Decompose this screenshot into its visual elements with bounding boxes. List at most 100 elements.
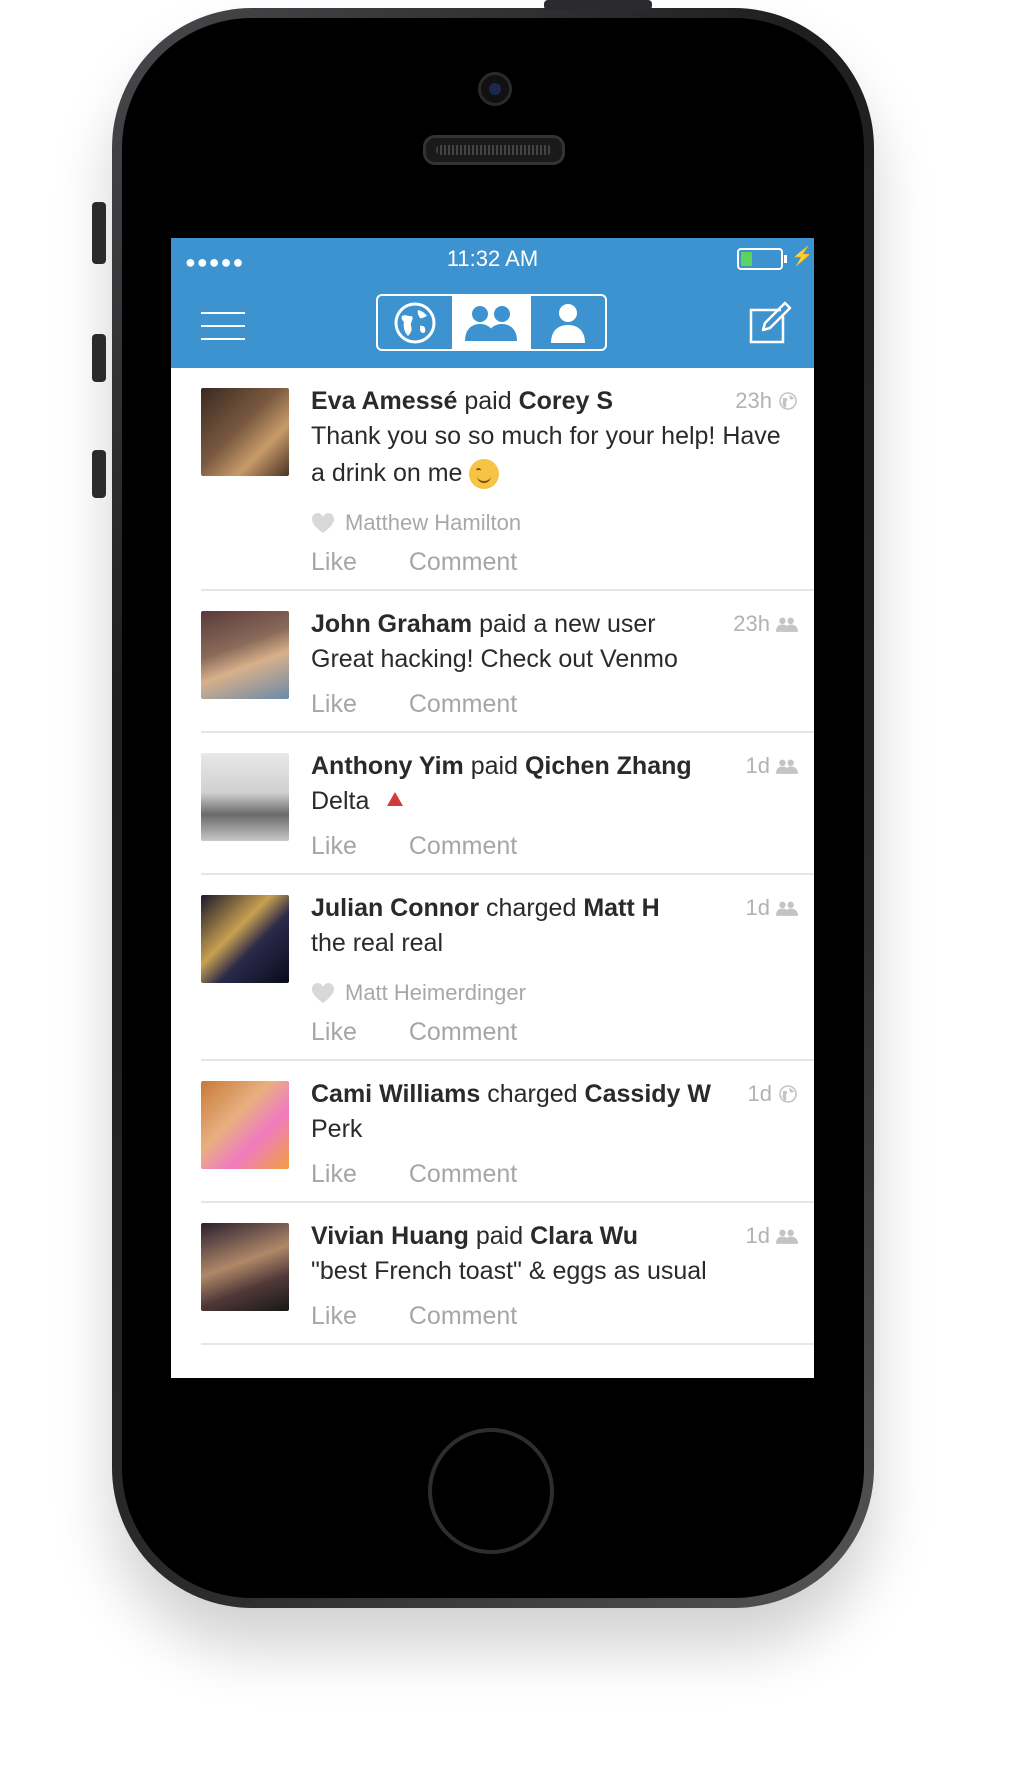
globe-icon (394, 302, 436, 343)
like-button[interactable]: Like (311, 1302, 357, 1331)
heart-icon (311, 982, 335, 1004)
charging-icon: ⚡ (791, 246, 814, 266)
transaction-verb: charged (486, 894, 577, 922)
payment-note-text: the real real (311, 929, 444, 957)
volume-up-button (92, 334, 106, 382)
actor-name[interactable]: Julian Connor (311, 894, 479, 922)
battery-fill (741, 252, 752, 266)
transaction-headline: Vivian Huang paid Clara Wu (311, 1221, 798, 1251)
avatar[interactable] (201, 753, 289, 841)
timestamp-text: 1d (747, 1081, 772, 1106)
person-icon (550, 303, 585, 343)
like-button[interactable]: Like (311, 690, 357, 719)
nav-bar (171, 282, 814, 368)
like-button[interactable]: Like (311, 1018, 357, 1047)
payment-note-text: Great hacking! Check out Venmo (311, 645, 678, 673)
payment-note-text: "best French toast" & eggs as usual (311, 1257, 707, 1285)
like-button[interactable]: Like (311, 1160, 357, 1189)
transaction-headline: Anthony Yim paid Qichen Zhang (311, 751, 798, 781)
timestamp: 23h (733, 611, 798, 637)
timestamp-text: 23h (733, 611, 770, 636)
friends-icon (776, 759, 798, 774)
target-text: a new user (533, 610, 656, 638)
comment-button[interactable]: Comment (409, 1160, 517, 1189)
compose-icon[interactable] (747, 300, 793, 346)
transaction-headline: Cami Williams charged Cassidy W (311, 1079, 798, 1109)
transaction-headline: John Graham paid a new user (311, 609, 798, 639)
battery-icon (737, 248, 787, 270)
friends-icon (776, 1229, 798, 1244)
payment-note-text: Delta (311, 787, 370, 815)
feed-item[interactable]: Eva Amessé paid Corey S 23h Thank you so s… (201, 368, 814, 591)
transaction-verb: paid (464, 387, 512, 415)
feed-item[interactable]: John Graham paid a new user 23h Great hack… (201, 591, 814, 733)
menu-icon[interactable] (201, 312, 245, 340)
transaction-verb: paid (479, 610, 527, 638)
transaction-headline: Julian Connor charged Matt H (311, 893, 798, 923)
avatar[interactable] (201, 388, 289, 476)
target-name[interactable]: Corey S (519, 387, 613, 415)
friends-icon (465, 305, 518, 341)
timestamp: 1d (746, 1223, 798, 1249)
like-button[interactable]: Like (311, 832, 357, 861)
transaction-headline: Eva Amessé paid Corey S (311, 386, 798, 416)
timestamp: 1d (748, 1081, 798, 1107)
actor-name[interactable]: Anthony Yim (311, 752, 464, 780)
comment-button[interactable]: Comment (409, 548, 517, 577)
power-button (544, 0, 652, 10)
comment-button[interactable]: Comment (409, 1018, 517, 1047)
target-name[interactable]: Cassidy W (585, 1080, 711, 1108)
liker-name[interactable]: Matthew Hamilton (345, 510, 521, 536)
avatar[interactable] (201, 1223, 289, 1311)
friends-icon (776, 901, 798, 916)
transaction-verb: charged (487, 1080, 578, 1108)
comment-button[interactable]: Comment (409, 1302, 517, 1331)
target-name[interactable]: Matt H (583, 894, 659, 922)
actor-name[interactable]: Vivian Huang (311, 1222, 469, 1250)
liker-name[interactable]: Matt Heimerdinger (345, 980, 526, 1006)
tab-public[interactable] (378, 296, 455, 349)
feed-segmented-control (376, 294, 607, 351)
target-name[interactable]: Clara Wu (530, 1222, 638, 1250)
payment-note-text: Perk (311, 1115, 363, 1143)
item-actions: Like Comment (311, 820, 798, 873)
front-camera (478, 72, 512, 106)
actor-name[interactable]: Eva Amessé (311, 387, 457, 415)
tab-you[interactable] (531, 296, 605, 349)
likes-row: Matt Heimerdinger (311, 980, 798, 1006)
friends-icon (776, 617, 798, 632)
timestamp-text: 1d (745, 1223, 770, 1248)
item-actions: Like Comment (311, 1148, 798, 1201)
payment-note: Thank you so so much for your help! Have… (311, 418, 798, 492)
volume-down-button (92, 450, 106, 498)
payment-note: "best French toast" & eggs as usual (311, 1253, 798, 1290)
feed-item[interactable]: Anthony Yim paid Qichen Zhang 1d Delta Like… (201, 733, 814, 875)
tab-friends[interactable] (454, 296, 531, 349)
feed-item[interactable]: Cami Williams charged Cassidy W 1d Perk Lik… (201, 1061, 814, 1203)
actor-name[interactable]: John Graham (311, 610, 472, 638)
status-time: 11:32 AM (446, 246, 539, 271)
timestamp: 1d (746, 895, 798, 921)
actor-name[interactable]: Cami Williams (311, 1080, 480, 1108)
timestamp-text: 1d (745, 895, 770, 920)
feed-item[interactable]: Vivian Huang paid Clara Wu 1d "best French… (201, 1203, 814, 1345)
feed-item[interactable]: Julian Connor charged Matt H 1d the real r… (201, 875, 814, 1061)
payment-note: Great hacking! Check out Venmo (311, 641, 798, 678)
timestamp: 23h (735, 388, 798, 414)
timestamp-text: 23h (735, 388, 772, 413)
home-button[interactable] (428, 1428, 554, 1554)
heart-icon (311, 512, 335, 534)
target-name[interactable]: Qichen Zhang (525, 752, 692, 780)
globe-icon (778, 391, 798, 411)
item-actions: Like Comment (311, 678, 798, 731)
avatar[interactable] (201, 1081, 289, 1169)
payment-note: Delta (311, 783, 798, 820)
app-screen: ●●●●● 11:32 AM ⚡ Eva Amessé paid Corey S… (171, 238, 814, 1378)
avatar[interactable] (201, 895, 289, 983)
comment-button[interactable]: Comment (409, 832, 517, 861)
avatar[interactable] (201, 611, 289, 699)
payment-note: Perk (311, 1111, 798, 1148)
like-button[interactable]: Like (311, 548, 357, 577)
payment-note: the real real (311, 925, 798, 962)
comment-button[interactable]: Comment (409, 690, 517, 719)
